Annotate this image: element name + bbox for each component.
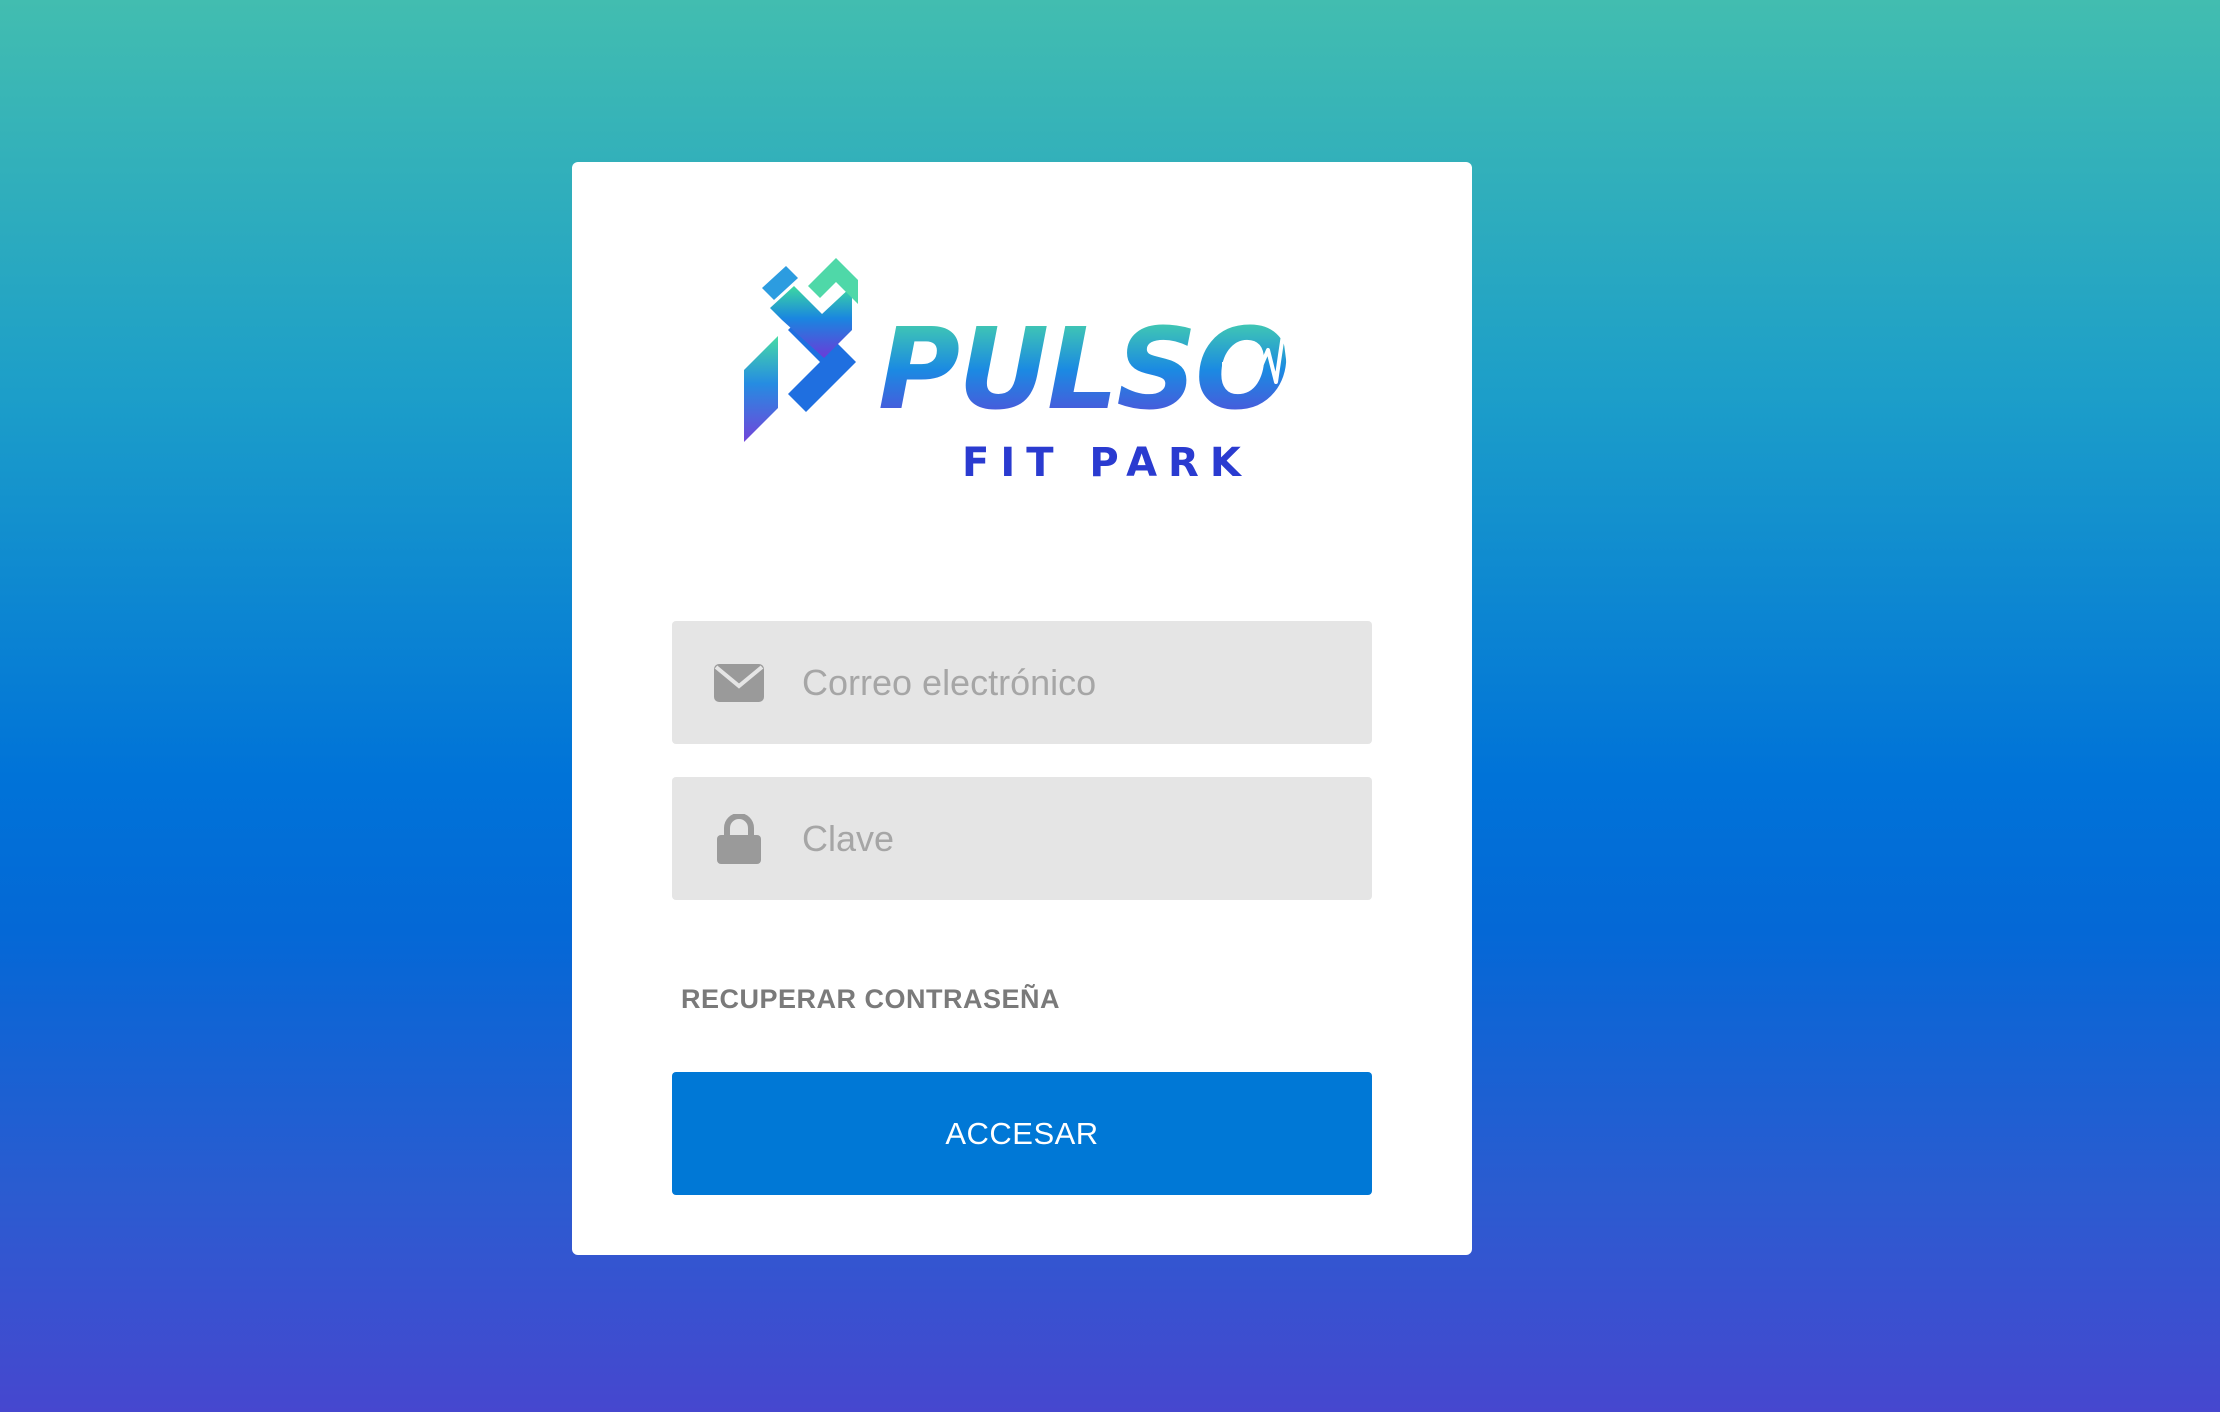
login-card: PULSO FIT PARK RECUPERAR CONTRASEÑA ACCE…: [572, 162, 1472, 1255]
pulso-fit-park-logo: PULSO FIT PARK: [744, 258, 1352, 486]
email-input[interactable]: [802, 621, 1342, 744]
password-field[interactable]: [672, 777, 1372, 900]
brand-tagline: FIT PARK: [962, 440, 1252, 486]
recover-password-link[interactable]: RECUPERAR CONTRASEÑA: [681, 984, 1060, 1015]
password-input[interactable]: [802, 777, 1342, 900]
brand-wordmark: PULSO: [878, 305, 1288, 435]
runner-arrow-icon: [744, 258, 858, 442]
envelope-icon: [672, 663, 802, 702]
brand-logo: PULSO FIT PARK: [702, 258, 1362, 488]
lock-icon: [672, 813, 802, 864]
login-button[interactable]: ACCESAR: [672, 1072, 1372, 1195]
email-field[interactable]: [672, 621, 1372, 744]
